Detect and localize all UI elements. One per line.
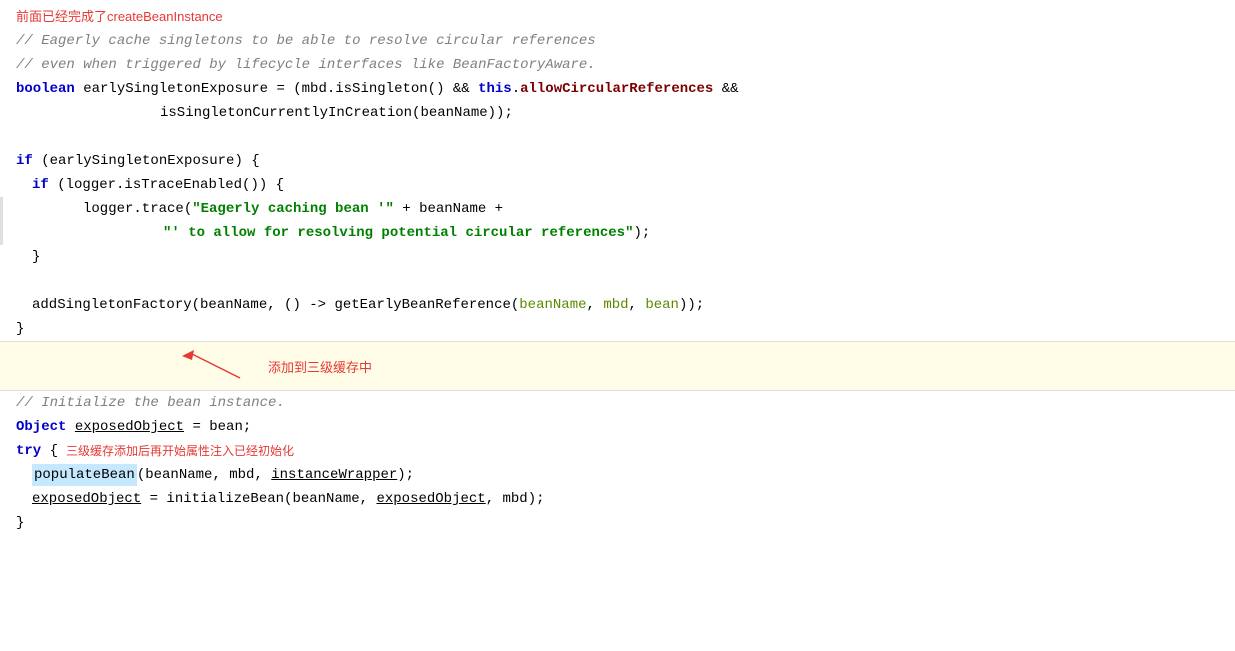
- if2-cond: (logger.isTraceEnabled()) {: [49, 174, 284, 196]
- code-line-comment1: // Eagerly cache singletons to be able t…: [0, 29, 1235, 53]
- logger-trace-call: logger.trace(: [83, 198, 192, 220]
- populate-bean: populateBean: [32, 464, 137, 486]
- code-line-addSingleton: addSingletonFactory(beanName, () -> getE…: [0, 293, 1235, 317]
- try-brace: {: [41, 440, 58, 462]
- code-section-top: // Eagerly cache singletons to be able t…: [0, 29, 1235, 341]
- keyword-if1: if: [16, 150, 33, 172]
- main-container: 前面已经完成了createBeanInstance // Eagerly cac…: [0, 0, 1235, 535]
- code-line-close-try: }: [0, 511, 1235, 535]
- arrow-svg: [180, 348, 260, 384]
- object-decl: exposedObject = bean;: [66, 416, 251, 438]
- code-line-exposed-init: exposedObject = initializeBean(beanName,…: [0, 487, 1235, 511]
- code-line-close-if1: }: [0, 317, 1235, 341]
- if1-cond: (earlySingletonExposure) {: [33, 150, 260, 172]
- bottom-annotation: 三级缓存添加后再开始属性注入已经初始化: [66, 440, 294, 462]
- keyword-object: Object: [16, 416, 66, 438]
- exposed-init: exposedObject = initializeBean(beanName,…: [32, 488, 545, 510]
- code-line-comment-init: // Initialize the bean instance.: [0, 391, 1235, 415]
- code-line-bool-decl: boolean earlySingletonExposure = (mbd.is…: [0, 77, 1235, 101]
- param-bean1: bean: [645, 294, 679, 316]
- code-line-blank2: [0, 269, 1235, 293]
- keyword-this: this: [478, 78, 512, 100]
- arrow-container: 添加到三级缓存中: [0, 348, 372, 384]
- code-line-if1: if (earlySingletonExposure) {: [0, 149, 1235, 173]
- addSingleton-call: addSingletonFactory(beanName, () -> getE…: [32, 294, 519, 316]
- field-allowCircular: allowCircularReferences: [520, 78, 713, 100]
- code-line-logger1: logger.trace( "Eagerly caching bean '" +…: [0, 197, 1235, 221]
- code-line-close-if2: }: [0, 245, 1235, 269]
- param-mbd1: mbd: [603, 294, 628, 316]
- code-line-comment2: // even when triggered by lifecycle inte…: [0, 53, 1235, 77]
- code-line-if2: if (logger.isTraceEnabled()) {: [0, 173, 1235, 197]
- string1: "Eagerly caching bean '": [192, 198, 394, 220]
- close-paren1: );: [633, 222, 650, 244]
- code-line-try-open: try { 三级缓存添加后再开始属性注入已经初始化: [0, 439, 1235, 463]
- param-beanName1: beanName: [519, 294, 586, 316]
- and1: &&: [713, 78, 738, 100]
- var-early: earlySingletonExposure = (mbd.isSingleto…: [75, 78, 478, 100]
- code-section-bottom: // Initialize the bean instance. Object …: [0, 391, 1235, 535]
- code-line-populate: populateBean (beanName, mbd, instanceWra…: [0, 463, 1235, 487]
- comma1: ,: [587, 294, 604, 316]
- close-brace-try: }: [16, 512, 24, 534]
- plus1: + beanName +: [394, 198, 503, 220]
- is-singleton-call: isSingletonCurrentlyInCreation(beanName)…: [160, 102, 513, 124]
- comment1-text: // Eagerly cache singletons to be able t…: [16, 30, 596, 52]
- keyword-try: try: [16, 440, 41, 462]
- top-annotation: 前面已经完成了createBeanInstance: [0, 0, 1235, 29]
- close-paren2: ));: [679, 294, 704, 316]
- code-line-logger2: "' to allow for resolving potential circ…: [0, 221, 1235, 245]
- populate-args: (beanName, mbd, instanceWrapper);: [137, 464, 414, 486]
- annotation-area: 添加到三级缓存中: [0, 341, 1235, 391]
- annotation-middle-text: 添加到三级缓存中: [268, 357, 372, 376]
- keyword-if2: if: [32, 174, 49, 196]
- close-brace-if1: }: [16, 318, 24, 340]
- comma2: ,: [629, 294, 646, 316]
- code-line-object-decl: Object exposedObject = bean;: [0, 415, 1235, 439]
- comment-init-text: // Initialize the bean instance.: [16, 392, 285, 414]
- comment2-text: // even when triggered by lifecycle inte…: [16, 54, 596, 76]
- keyword-boolean: boolean: [16, 78, 75, 100]
- code-line-bool-cont: isSingletonCurrentlyInCreation(beanName)…: [0, 101, 1235, 125]
- code-line-blank1: [0, 125, 1235, 149]
- string2: "' to allow for resolving potential circ…: [163, 222, 633, 244]
- close-brace-if2: }: [32, 246, 40, 268]
- dot1: .: [512, 78, 520, 100]
